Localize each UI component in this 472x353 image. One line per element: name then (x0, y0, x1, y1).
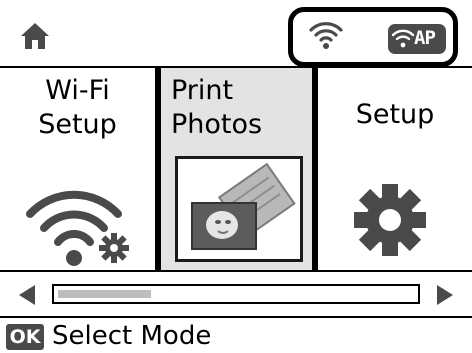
menu-item-setup[interactable]: Setup (315, 68, 472, 270)
status-bar: AP (0, 0, 472, 67)
scroll-left-arrow-icon[interactable] (18, 284, 36, 306)
access-point-badge: AP (388, 24, 446, 54)
gear-icon (354, 184, 426, 256)
ok-button-icon: OK (6, 324, 44, 350)
menu-item-label: Setup (355, 99, 435, 130)
menu-item-print-photos[interactable]: Print Photos (158, 68, 315, 270)
printer-lcd-screen: AP Wi-Fi Setup Print Photos Setup OK Sel… (0, 0, 472, 351)
scrollbar-track[interactable] (52, 284, 420, 304)
menu-item-label: Wi-Fi Setup (38, 75, 117, 140)
scroll-right-arrow-icon[interactable] (436, 284, 454, 306)
wifi-gear-icon (26, 190, 129, 266)
wifi-signal-icon (309, 22, 343, 49)
help-text: Select Mode (52, 321, 212, 351)
photo-icon-frame (175, 156, 303, 262)
menu-item-label: Print Photos (171, 75, 263, 140)
scrollbar-thumb[interactable] (58, 290, 151, 298)
help-bar: OK Select Mode (0, 316, 472, 351)
photo-icon (178, 159, 300, 259)
home-icon[interactable] (20, 22, 50, 50)
menu-carousel: Wi-Fi Setup Print Photos Setup (0, 66, 472, 272)
menu-item-wifi-setup[interactable]: Wi-Fi Setup (0, 68, 158, 270)
carousel-scrollbar (0, 272, 472, 314)
access-point-label: AP (414, 27, 436, 49)
